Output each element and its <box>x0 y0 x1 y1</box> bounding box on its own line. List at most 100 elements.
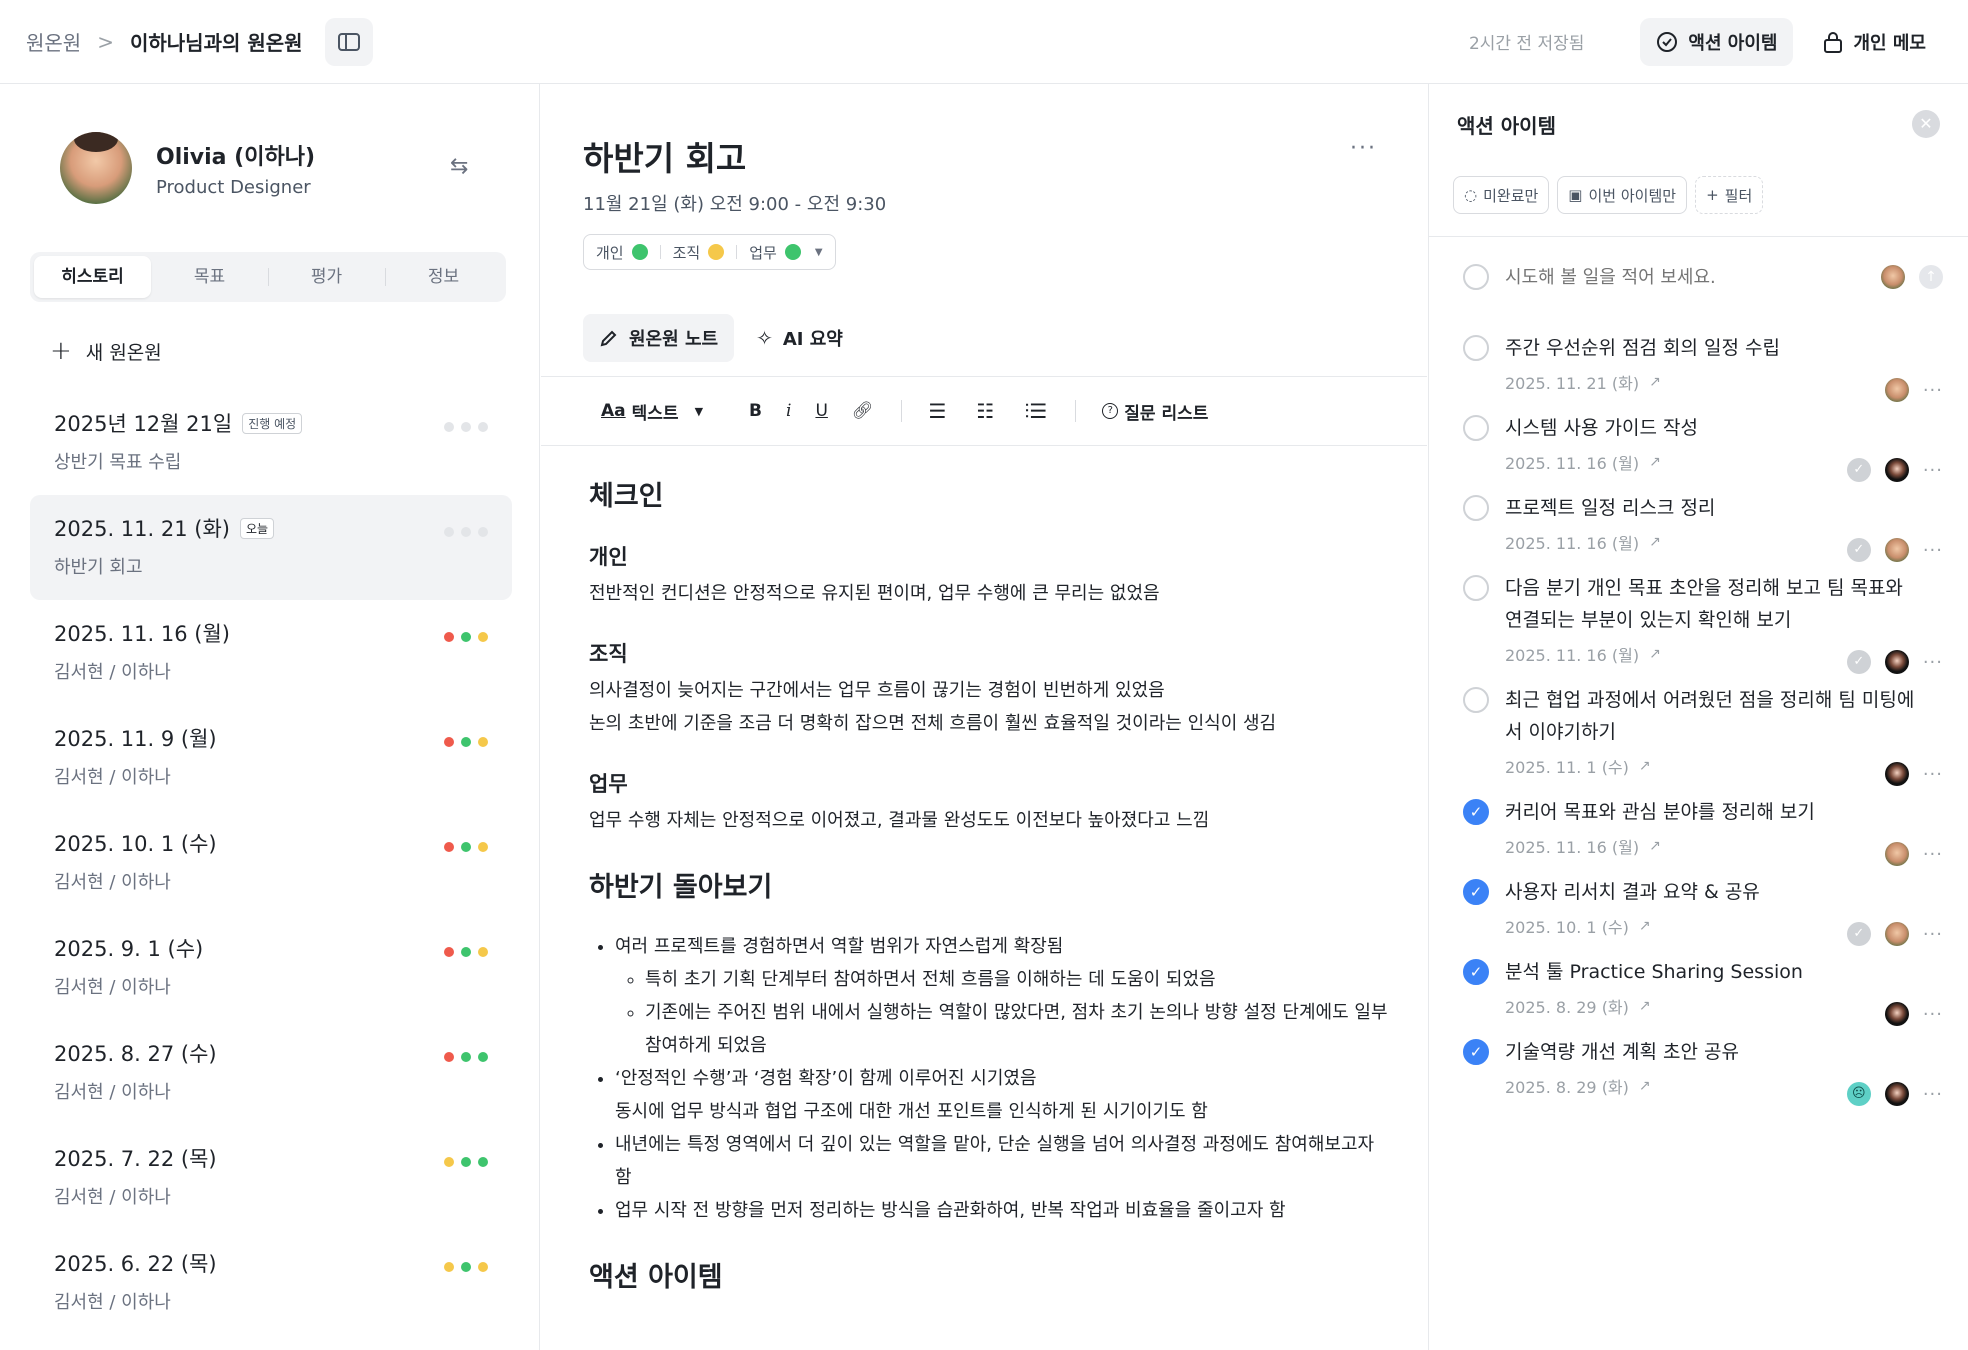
meeting-time: 11월 21일 (화) 오전 9:00 - 오전 9:30 <box>583 194 887 215</box>
status-dot <box>478 737 488 747</box>
action-text[interactable]: 주간 우선순위 점검 회의 일정 수립 <box>1505 332 1925 364</box>
arrow-up-right-icon[interactable]: ↗ <box>1639 1078 1651 1094</box>
arrow-up-right-icon[interactable]: ↗ <box>1649 374 1661 390</box>
checked-checkbox-icon[interactable]: ✓ <box>1463 1039 1489 1065</box>
bold-button[interactable]: B <box>749 401 762 421</box>
empty-checkbox-icon[interactable] <box>1463 335 1489 361</box>
italic-button[interactable]: i <box>786 401 791 421</box>
action-item[interactable]: ✓ 사용자 리서치 결과 요약 & 공유 2025. 10. 1 (수) ↗ ✓ ·… <box>1463 876 1943 956</box>
assignee-avatar[interactable] <box>1884 650 1909 674</box>
action-item[interactable]: ✓ 기술역량 개선 계획 초안 공유 2025. 8. 29 (화) ↗ ☹ ··· <box>1463 1036 1943 1116</box>
action-date: 2025. 8. 29 (화) <box>1505 1078 1629 1097</box>
action-text[interactable]: 시스템 사용 가이드 작성 <box>1505 412 1925 444</box>
new-action-input[interactable] <box>1505 266 1845 288</box>
indent-icon[interactable]: ⫶☰ <box>1024 399 1047 423</box>
arrow-up-right-icon[interactable]: ↗ <box>1649 646 1661 662</box>
more-icon[interactable]: ··· <box>1923 540 1943 561</box>
arrow-up-right-icon[interactable]: ↗ <box>1649 838 1661 854</box>
action-text[interactable]: 사용자 리서치 결과 요약 & 공유 <box>1505 876 1925 908</box>
tab-one-on-one-note[interactable]: 원온원 노트 <box>583 314 735 362</box>
empty-checkbox-icon[interactable] <box>1463 415 1489 441</box>
history-item[interactable]: 2025. 9. 1 (수) 김서현 / 이하나 <box>30 915 512 1020</box>
action-text[interactable]: 프로젝트 일정 리스크 정리 <box>1505 492 1925 524</box>
empty-checkbox-icon[interactable] <box>1463 495 1489 521</box>
history-item[interactable]: 2025. 10. 1 (수) 김서현 / 이하나 <box>30 810 512 915</box>
action-text[interactable]: 다음 분기 개인 목표 초안을 정리해 보고 팀 목표와 연결되는 부분이 있는… <box>1505 572 1925 636</box>
action-item[interactable]: 시스템 사용 가이드 작성 2025. 11. 16 (월) ↗ ✓ ··· <box>1463 412 1943 492</box>
swap-icon[interactable]: ⇆ <box>450 154 468 179</box>
action-item[interactable]: 최근 협업 과정에서 어려웠던 점을 정리해 팀 미팅에서 이야기하기 2025… <box>1463 684 1943 796</box>
more-icon[interactable]: ··· <box>1923 380 1943 401</box>
new-one-on-one-button[interactable]: + 새 원온원 <box>50 336 162 366</box>
more-icon[interactable]: ··· <box>1350 136 1377 161</box>
private-memo-button[interactable]: 개인 메모 <box>1807 18 1942 66</box>
history-list: 2025년 12월 21일 진행 예정 상반기 목표 수립 2025. 11. 2… <box>30 390 512 1335</box>
arrow-up-right-icon[interactable]: ↗ <box>1639 998 1651 1014</box>
empty-checkbox-icon[interactable] <box>1463 687 1489 713</box>
assignee-avatar[interactable] <box>1884 762 1909 786</box>
more-icon[interactable]: ··· <box>1923 460 1943 481</box>
breadcrumb-root[interactable]: 원온원 <box>26 27 81 56</box>
checked-checkbox-icon[interactable]: ✓ <box>1463 799 1489 825</box>
toggle-sidebar-button[interactable] <box>324 17 373 66</box>
category-status-selector[interactable]: 개인 조직 업무 ▼ <box>583 234 836 270</box>
arrow-up-right-icon[interactable]: ↗ <box>1649 454 1661 470</box>
assignee-avatar[interactable] <box>1881 265 1905 289</box>
action-items-button[interactable]: 액션 아이템 <box>1640 17 1794 66</box>
arrow-up-right-icon[interactable]: ↗ <box>1649 534 1661 550</box>
send-icon[interactable]: ↑ <box>1919 265 1943 289</box>
action-text[interactable]: 기술역량 개선 계획 초안 공유 <box>1505 1036 1925 1068</box>
more-icon[interactable]: ··· <box>1923 1084 1943 1105</box>
link-icon[interactable]: 🔗︎ <box>852 401 874 421</box>
underline-button[interactable]: U <box>815 401 827 421</box>
assignee-avatar[interactable] <box>1884 1002 1909 1026</box>
action-text[interactable]: 최근 협업 과정에서 어려웠던 점을 정리해 팀 미팅에서 이야기하기 <box>1505 684 1925 748</box>
action-item[interactable]: 다음 분기 개인 목표 초안을 정리해 보고 팀 목표와 연결되는 부분이 있는… <box>1463 572 1943 684</box>
action-item[interactable]: ✓ 분석 툴 Practice Sharing Session 2025. 8.… <box>1463 956 1943 1036</box>
checked-checkbox-icon[interactable]: ✓ <box>1463 879 1489 905</box>
tab-history[interactable]: 히스토리 <box>34 256 151 298</box>
profile-card: Olivia (이하나) Product Designer <box>60 132 315 204</box>
action-item[interactable]: 프로젝트 일정 리스크 정리 2025. 11. 16 (월) ↗ ✓ ··· <box>1463 492 1943 572</box>
action-item[interactable]: ✓ 커리어 목표와 관심 분야를 정리해 보기 2025. 11. 16 (월)… <box>1463 796 1943 876</box>
history-item[interactable]: 2025. 11. 9 (월) 김서현 / 이하나 <box>30 705 512 810</box>
close-icon[interactable]: ✕ <box>1912 110 1940 138</box>
history-item[interactable]: 2025. 8. 27 (수) 김서현 / 이하나 <box>30 1020 512 1125</box>
assignee-avatar[interactable] <box>1884 1082 1909 1106</box>
assignee-avatar[interactable] <box>1884 922 1909 946</box>
more-icon[interactable]: ··· <box>1923 1004 1943 1025</box>
assignee-avatar[interactable] <box>1884 458 1909 482</box>
assignee-avatar[interactable] <box>1884 538 1909 562</box>
assignee-avatar[interactable] <box>1884 378 1909 402</box>
action-text[interactable]: 커리어 목표와 관심 분야를 정리해 보기 <box>1505 796 1925 828</box>
numbered-list-icon[interactable]: ☷ <box>976 399 994 423</box>
checked-checkbox-icon[interactable]: ✓ <box>1463 959 1489 985</box>
history-item[interactable]: 2025. 11. 21 (화) 오늘 하반기 회고 <box>30 495 512 600</box>
filter-current-button[interactable]: ▣ 이번 아이템만 <box>1557 176 1688 214</box>
bullet-list-icon[interactable]: ☰ <box>928 399 946 423</box>
tab-goals[interactable]: 목표 <box>151 256 268 298</box>
history-item[interactable]: 2025. 7. 22 (목) 김서현 / 이하나 <box>30 1125 512 1230</box>
add-filter-button[interactable]: + 필터 <box>1695 176 1764 214</box>
empty-checkbox-icon[interactable] <box>1463 575 1489 601</box>
arrow-up-right-icon[interactable]: ↗ <box>1639 758 1651 774</box>
history-item[interactable]: 2025. 6. 22 (목) 김서현 / 이하나 <box>30 1230 512 1335</box>
more-icon[interactable]: ··· <box>1923 652 1943 673</box>
tab-ai-summary[interactable]: ✧ AI 요약 <box>740 314 859 362</box>
filter-incomplete-button[interactable]: ◌ 미완료만 <box>1453 176 1550 214</box>
section-line: 의사결정이 늦어지는 구간에서는 업무 흐름이 끊기는 경험이 빈번하게 있었음 <box>589 680 1165 701</box>
action-text[interactable]: 분석 툴 Practice Sharing Session <box>1505 956 1925 988</box>
more-icon[interactable]: ··· <box>1923 924 1943 945</box>
question-list-button[interactable]: ? 질문 리스트 <box>1102 399 1208 424</box>
assignee-avatar[interactable] <box>1884 842 1909 866</box>
action-item[interactable]: 주간 우선순위 점검 회의 일정 수립 2025. 11. 21 (화) ↗ ··… <box>1463 332 1943 412</box>
arrow-up-right-icon[interactable]: ↗ <box>1639 918 1651 934</box>
tab-evaluation[interactable]: 평가 <box>268 256 385 298</box>
more-icon[interactable]: ··· <box>1923 844 1943 865</box>
note-document[interactable]: 체크인 개인 전반적인 컨디션은 안정적으로 유지된 편이며, 업무 수행에 큰 … <box>589 474 1389 1322</box>
text-style-dropdown[interactable]: Aa 텍스트 ▼ <box>601 399 703 424</box>
history-item[interactable]: 2025. 11. 16 (월) 김서현 / 이하나 <box>30 600 512 705</box>
more-icon[interactable]: ··· <box>1923 764 1943 785</box>
history-item[interactable]: 2025년 12월 21일 진행 예정 상반기 목표 수립 <box>30 390 512 495</box>
tab-info[interactable]: 정보 <box>385 256 502 298</box>
